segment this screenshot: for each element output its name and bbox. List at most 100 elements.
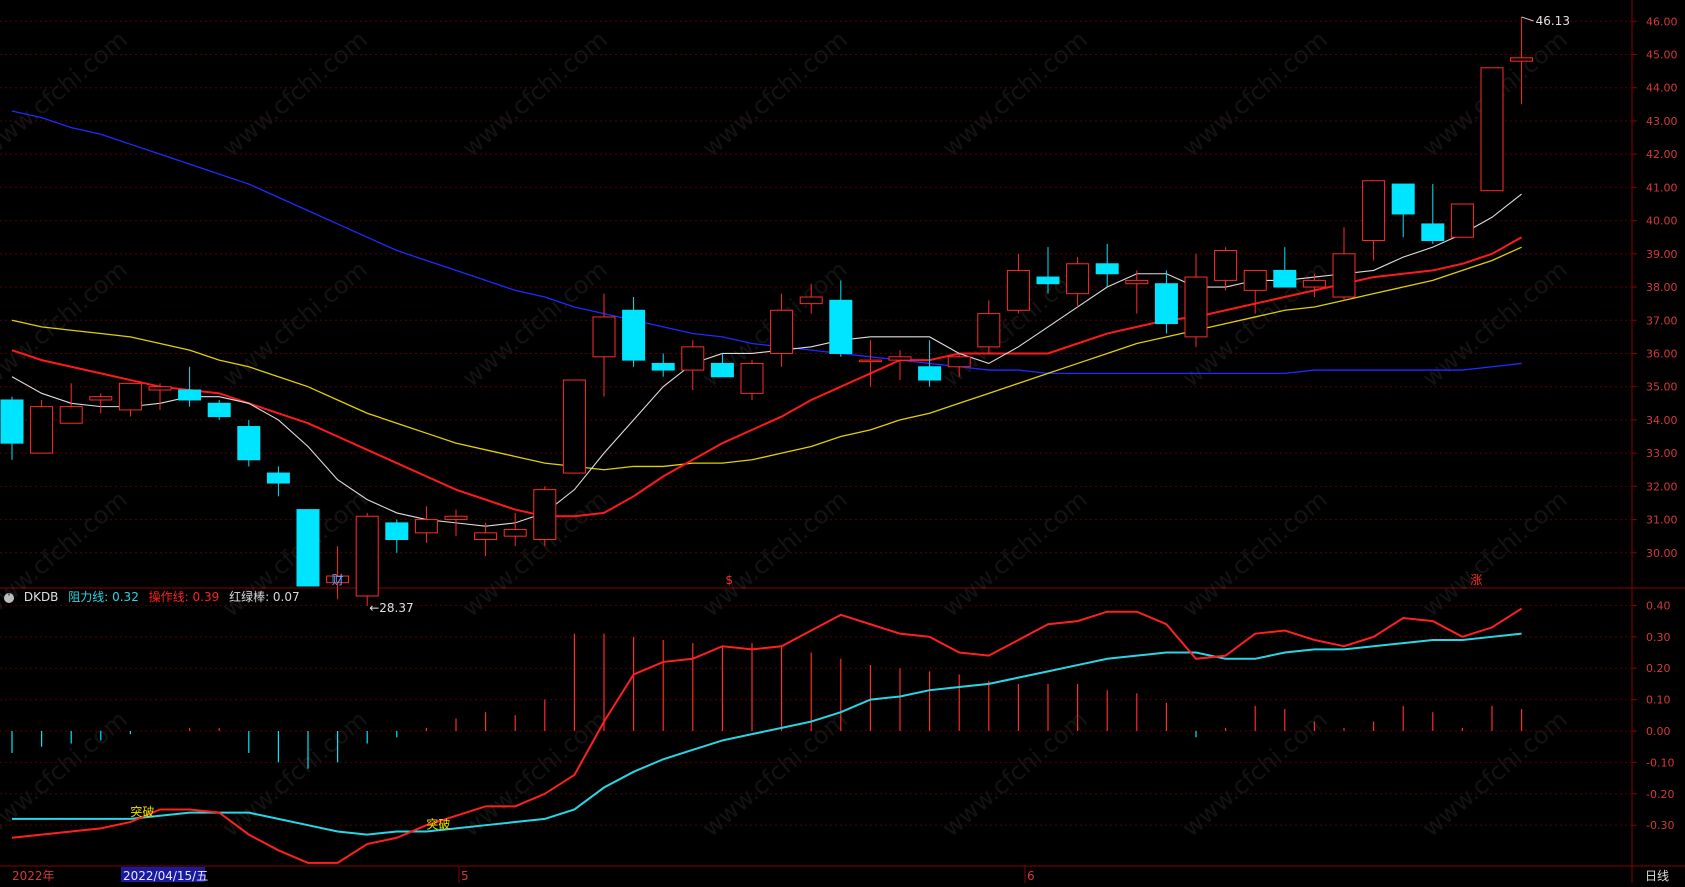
price-tick-label: 33.00 [1646,447,1678,460]
indicator-tick-label: 0.20 [1646,662,1671,675]
candle-down[interactable] [710,362,734,378]
high-price-label: 46.13 [1536,14,1570,28]
candle-up[interactable] [1214,249,1238,281]
watermark-text: www.cfchi.com [457,255,613,392]
watermark-text: www.cfchi.com [1177,485,1333,622]
candle-up[interactable] [1125,279,1149,285]
candle-up[interactable] [592,316,616,358]
candle-up[interactable] [1480,67,1504,192]
candle-down[interactable] [178,389,202,401]
marker-cai: 财 [332,573,344,587]
candle-up[interactable] [503,529,527,537]
candle-up[interactable] [1006,269,1030,311]
watermark-text: www.cfchi.com [937,705,1093,842]
indicator-tick-label: 0.00 [1646,725,1671,738]
candle-up[interactable] [148,386,172,391]
price-tick-label: 43.00 [1646,115,1678,128]
candle-up[interactable] [59,406,83,424]
candle-down[interactable] [237,426,261,461]
watermark-text: www.cfchi.com [217,25,373,162]
period-label[interactable]: 日线 [1645,869,1669,883]
indicator-toggle-icon[interactable]: ˅ [4,592,14,603]
candle-down[interactable] [1154,283,1178,325]
price-tick-label: 42.00 [1646,148,1678,161]
candle-down[interactable] [1095,263,1119,275]
high-arrow [1521,16,1534,22]
candle-up[interactable] [1510,57,1534,62]
price-tick-label: 35.00 [1646,381,1678,394]
price-tick-label: 32.00 [1646,480,1678,493]
watermark-text: www.cfchi.com [217,255,373,392]
candle-down[interactable] [1036,276,1060,285]
watermark-text: www.cfchi.com [937,25,1093,162]
candle-up[interactable] [1184,276,1208,338]
breakout-label-1: 突破 [130,804,154,819]
breakout-label-2: 突破 [426,816,450,831]
watermark-text: www.cfchi.com [0,255,133,392]
watermark-text: www.cfchi.com [937,485,1093,622]
candle-up[interactable] [1066,263,1090,295]
indicator-tick-label: -0.20 [1646,788,1674,801]
candle-down[interactable] [266,472,290,484]
stock-chart-svg: www.cfchi.com www.cfchi.com www.cfchi.com w… [0,0,1685,883]
operate-line-label: 操作线: 0.39 [148,590,220,604]
indicator-name[interactable]: DKDB [24,590,59,604]
selected-date-label[interactable]: 2022/04/15/五 [123,869,208,883]
candle-up[interactable] [30,406,54,454]
candle-up[interactable] [1450,203,1474,238]
candle-up[interactable] [1362,180,1386,242]
candle-down[interactable] [1273,269,1297,288]
low-price-label: ←28.37 [369,601,413,615]
year-label: 2022年 [12,869,55,883]
candle-up[interactable] [1332,253,1356,298]
candle-up[interactable] [533,489,557,540]
indicator-tick-label: 0.10 [1646,694,1671,707]
indicator-tick-label: 0.40 [1646,599,1671,612]
candle-up[interactable] [799,296,823,305]
candle-up[interactable] [414,519,438,534]
watermark-text: www.cfchi.com [1417,255,1573,392]
price-tick-label: 36.00 [1646,347,1678,360]
price-tick-label: 34.00 [1646,414,1678,427]
candle-up[interactable] [444,515,468,521]
candle-down[interactable] [296,509,320,587]
candle-up[interactable] [1243,269,1267,291]
watermark-text: www.cfchi.com [1417,485,1573,622]
price-tick-label: 37.00 [1646,314,1678,327]
candle-up[interactable] [474,532,498,540]
candle-down[interactable] [385,522,409,540]
indicator-tick-label: 0.30 [1646,631,1671,644]
candle-down[interactable] [207,402,231,418]
indicator-header: ˅ DKDB 阻力线: 0.32 操作线: 0.39 红绿棒: 0.07 [4,588,306,605]
candle-up[interactable] [858,359,882,363]
price-tick-label: 30.00 [1646,547,1678,560]
candle-up[interactable] [681,346,705,371]
candle-up[interactable] [770,309,794,354]
candle-down[interactable] [651,362,675,371]
marker-dollar: $ [725,573,733,587]
candle-up[interactable] [118,382,142,411]
watermark-text: www.cfchi.com [697,25,853,162]
candle-down[interactable] [622,309,646,361]
candle-down[interactable] [1421,223,1445,242]
candle-up[interactable] [947,356,971,368]
chart-stage: www.cfchi.com www.cfchi.com www.cfchi.com w… [0,0,1685,883]
candle-up[interactable] [89,396,113,401]
candle-up[interactable] [740,362,764,394]
candle-down[interactable] [1391,183,1415,215]
watermark-text: www.cfchi.com [1177,25,1333,162]
watermark-text: www.cfchi.com [697,705,853,842]
candle-down[interactable] [829,299,853,354]
candle-down[interactable] [0,399,24,444]
candle-down[interactable] [918,366,942,381]
candle-up[interactable] [977,313,1001,348]
candle-up[interactable] [562,379,586,474]
candle-up[interactable] [888,356,912,361]
candle-up[interactable] [1302,279,1326,288]
resistance-line-label: 阻力线: 0.32 [68,590,139,604]
price-tick-label: 44.00 [1646,82,1678,95]
month-label-6: 6 [1027,869,1035,883]
candle-up[interactable] [355,515,379,597]
watermark-text: www.cfchi.com [1417,705,1573,842]
price-tick-label: 41.00 [1646,181,1678,194]
